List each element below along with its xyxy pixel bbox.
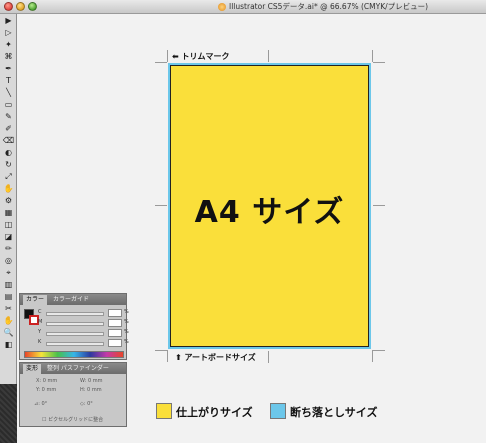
bleed-size-swatch: [270, 403, 286, 419]
tool-button[interactable]: ◎: [1, 256, 16, 266]
trim-mark: [373, 350, 385, 351]
trim-mark: [155, 350, 167, 351]
color-panel: カラー カラーガイド C% M% Y% K%: [19, 293, 129, 360]
trim-mark: [373, 205, 385, 206]
tool-button[interactable]: ⤢: [1, 172, 16, 182]
shear-field[interactable]: ◇: 0°: [80, 401, 93, 407]
tool-button[interactable]: ⌖: [1, 268, 16, 278]
trim-mark: [372, 350, 373, 362]
tool-button[interactable]: ⌫: [1, 136, 16, 146]
transform-panel: 変形 整列 パスファインダー X: 0 mm W: 0 mm Y: 0 mm H…: [19, 362, 127, 427]
tool-button[interactable]: ▥: [1, 280, 16, 290]
tool-button[interactable]: ✋: [1, 184, 16, 194]
tool-button[interactable]: ✏: [1, 244, 16, 254]
trim-mark: [155, 62, 167, 63]
trim-mark: [268, 351, 269, 363]
color-spectrum[interactable]: [24, 351, 124, 358]
tool-button[interactable]: ▤: [1, 292, 16, 302]
tab-align-pathfinder[interactable]: 整列 パスファインダー: [44, 364, 112, 374]
rotate-field[interactable]: ⊿: 0°: [34, 401, 47, 407]
tool-button[interactable]: ↻: [1, 160, 16, 170]
tab-transform[interactable]: 変形: [23, 364, 42, 374]
color-panel-header: カラー カラーガイド: [20, 294, 126, 305]
tool-button[interactable]: ✦: [1, 40, 16, 50]
tool-button[interactable]: ⚙: [1, 196, 16, 206]
close-window-button[interactable]: [4, 2, 13, 11]
tool-button[interactable]: ╲: [1, 88, 16, 98]
trim-mark: [372, 50, 373, 62]
tab-color-guide[interactable]: カラーガイド: [50, 295, 92, 305]
tool-button[interactable]: ▭: [1, 100, 16, 110]
tool-button[interactable]: ✒: [1, 64, 16, 74]
tool-button[interactable]: T: [1, 76, 16, 86]
finish-size-swatch: [156, 403, 172, 419]
minimize-window-button[interactable]: [16, 2, 25, 11]
zoom-window-button[interactable]: [28, 2, 37, 11]
tab-color[interactable]: カラー: [23, 295, 48, 305]
artboard-size-label: ⬆ アートボードサイズ: [175, 353, 256, 362]
tools-panel: ▶ ▷ ✦ ⌘ ✒ T ╲ ▭ ✎ ✐ ⌫ ◐ ↻ ⤢ ✋ ⚙ ▦ ◫ ◪ ✏ ◎ ⌖ ▥ ▤ ✂ ✋ 🔍 ◧: [0, 14, 17, 443]
tool-button[interactable]: ✎: [1, 112, 16, 122]
bleed-size-label: 断ち落としサイズ: [290, 406, 378, 419]
tool-button[interactable]: ◫: [1, 220, 16, 230]
tool-button[interactable]: ▦: [1, 208, 16, 218]
artboard[interactable]: A4 サイズ: [170, 65, 369, 347]
trim-mark: [167, 50, 168, 62]
title-bar: Illustrator CS5データ.ai* @ 66.67% (CMYK/プレ…: [0, 0, 486, 14]
document-icon: [218, 3, 226, 11]
trim-mark: [155, 205, 167, 206]
transform-panel-header: 変形 整列 パスファインダー: [20, 363, 126, 374]
trim-mark: [268, 50, 269, 62]
h-field[interactable]: H: 0 mm: [80, 387, 102, 393]
tool-button[interactable]: ◐: [1, 148, 16, 158]
window-title: Illustrator CS5データ.ai* @ 66.67% (CMYK/プレ…: [229, 2, 429, 11]
trim-mark: [373, 62, 385, 63]
desktop-background: [0, 384, 17, 443]
artboard-title: A4 サイズ: [194, 195, 345, 230]
tool-button[interactable]: ◪: [1, 232, 16, 242]
pixel-grid-checkbox[interactable]: ☐ ピクセルグリッドに整合: [42, 416, 103, 423]
w-field[interactable]: W: 0 mm: [80, 378, 102, 384]
tool-button[interactable]: 🔍: [1, 328, 16, 338]
y-field[interactable]: Y: 0 mm: [36, 387, 56, 393]
tool-button[interactable]: ◧: [1, 340, 16, 350]
tool-button[interactable]: ⌘: [1, 52, 16, 62]
tool-button[interactable]: ✐: [1, 124, 16, 134]
trim-mark-label: ⬅ トリムマーク: [172, 52, 230, 61]
tool-button[interactable]: ▷: [1, 28, 16, 38]
finish-size-label: 仕上がりサイズ: [176, 406, 253, 419]
x-field[interactable]: X: 0 mm: [36, 378, 57, 384]
tool-button[interactable]: ✂: [1, 304, 16, 314]
tool-button[interactable]: ▶: [1, 16, 16, 26]
trim-mark: [167, 350, 168, 362]
tool-button[interactable]: ✋: [1, 316, 16, 326]
